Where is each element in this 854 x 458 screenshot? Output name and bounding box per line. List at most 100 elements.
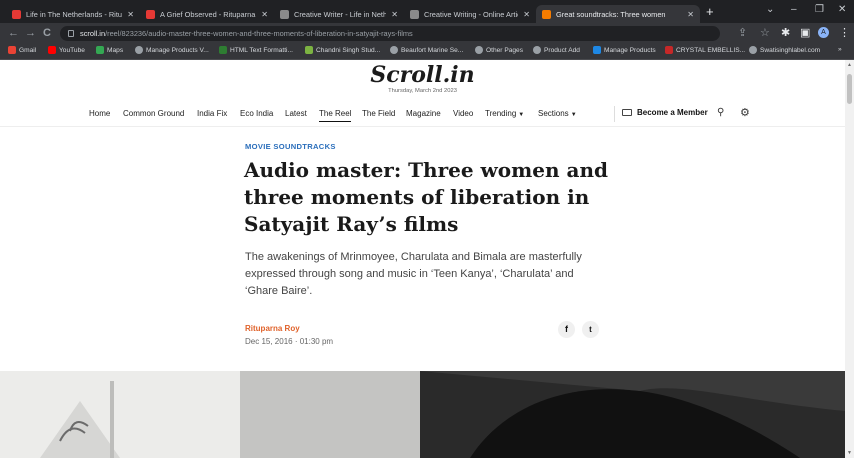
site-nav: Home Common Ground India Fix Eco India L… bbox=[0, 102, 845, 126]
bookmark-item[interactable]: Chandni Singh Stud... bbox=[305, 46, 380, 54]
bookmark-label: Manage Products bbox=[604, 46, 656, 54]
maps-icon bbox=[96, 46, 104, 54]
favicon-icon bbox=[280, 9, 289, 19]
bookmark-item[interactable]: Swatisinghlabel.com bbox=[749, 46, 820, 54]
browser-tab-bar: Life in The Netherlands - Ritupar ✕ A Gr… bbox=[0, 0, 854, 23]
globe-icon bbox=[390, 46, 398, 54]
site-logo[interactable]: Scroll.in bbox=[0, 60, 845, 90]
manage-products-icon bbox=[593, 46, 601, 54]
bookmark-star-icon[interactable]: ☆ bbox=[760, 27, 770, 39]
minimize-button[interactable]: – bbox=[791, 4, 797, 15]
close-window-button[interactable]: ✕ bbox=[838, 4, 846, 15]
gmail-icon bbox=[8, 46, 16, 54]
scrollbar-thumb[interactable] bbox=[847, 74, 852, 104]
browser-tab-active[interactable]: Great soundtracks: Three women ✕ bbox=[536, 5, 700, 23]
close-tab-icon[interactable]: ✕ bbox=[261, 10, 268, 19]
address-host: scroll.in bbox=[80, 29, 106, 38]
bookmark-item[interactable]: Other Pages bbox=[475, 46, 523, 54]
globe-icon bbox=[475, 46, 483, 54]
profile-avatar[interactable]: A bbox=[818, 27, 829, 38]
extensions-icon[interactable]: ✱ bbox=[781, 27, 790, 39]
bookmark-item[interactable]: Maps bbox=[96, 46, 123, 54]
browser-tab[interactable]: Creative Writer - Life in Netherla ✕ bbox=[274, 5, 404, 23]
bookmark-item[interactable]: CRYSTAL EMBELLIS... bbox=[665, 46, 745, 54]
become-member-label: Become a Member bbox=[637, 108, 708, 117]
page-scrollbar[interactable]: ▲ ▼ bbox=[845, 60, 854, 458]
twitter-share-icon[interactable]: t bbox=[582, 321, 599, 338]
nav-the-field[interactable]: The Field bbox=[362, 109, 395, 118]
bookmark-label: CRYSTAL EMBELLIS... bbox=[676, 46, 746, 54]
close-tab-icon[interactable]: ✕ bbox=[391, 10, 398, 19]
gear-icon[interactable]: ⚙ bbox=[740, 106, 750, 119]
address-path: /reel/823236/audio-master-three-women-an… bbox=[105, 29, 413, 38]
tab-search-chevron-icon[interactable]: ⌄ bbox=[766, 4, 774, 15]
nav-sections[interactable]: Sections ▼ bbox=[538, 109, 577, 118]
bookmark-label: Swatisinghlabel.com bbox=[760, 46, 821, 54]
favicon-icon bbox=[410, 9, 419, 19]
tab-title: Creative Writer - Life in Netherla bbox=[294, 9, 387, 19]
article-hero-image bbox=[0, 371, 845, 458]
nav-india-fix[interactable]: India Fix bbox=[197, 109, 227, 118]
nav-the-reel[interactable]: The Reel bbox=[319, 109, 352, 122]
menu-kebab-icon[interactable]: ⋮ bbox=[839, 27, 850, 39]
nav-trending-label: Trending bbox=[485, 109, 517, 118]
tab-title: Creative Writing - Online Articles bbox=[424, 9, 518, 19]
bookmark-label: Other Pages bbox=[486, 46, 524, 54]
share-page-icon[interactable]: ⇪ bbox=[738, 27, 747, 39]
bookmarks-bar: Gmail YouTube Maps Manage Products V... … bbox=[0, 43, 854, 60]
article-headline: Audio master: Three women and three mome… bbox=[244, 158, 608, 236]
bookmark-item[interactable]: Gmail bbox=[8, 46, 36, 54]
address-bar[interactable]: scroll.in /reel/823236/audio-master-thre… bbox=[60, 26, 720, 41]
facebook-share-icon[interactable]: f bbox=[558, 321, 575, 338]
bookmark-item[interactable]: Manage Products V... bbox=[135, 46, 209, 54]
bookmark-item[interactable]: Manage Products bbox=[593, 46, 656, 54]
article-date: Dec 15, 2016 · 01:30 pm bbox=[245, 337, 334, 346]
globe-icon bbox=[749, 46, 757, 54]
more-bookmarks-button[interactable]: » bbox=[838, 46, 842, 53]
restore-button[interactable]: ❐ bbox=[815, 4, 824, 15]
nav-divider bbox=[614, 106, 615, 122]
forward-button[interactable]: → bbox=[25, 27, 36, 39]
nav-eco-india[interactable]: Eco India bbox=[240, 109, 273, 118]
nav-video[interactable]: Video bbox=[453, 109, 473, 118]
scroll-down-icon[interactable]: ▼ bbox=[847, 450, 852, 456]
browser-tab[interactable]: A Grief Observed - Rituparna Roy ✕ bbox=[140, 5, 274, 23]
nav-latest[interactable]: Latest bbox=[285, 109, 307, 118]
bookmark-item[interactable]: HTML Text Formatti... bbox=[219, 46, 293, 54]
browser-tab[interactable]: Creative Writing - Online Articles ✕ bbox=[404, 5, 536, 23]
bookmark-item[interactable]: Product Add bbox=[533, 46, 580, 54]
article-author[interactable]: Rituparna Roy bbox=[245, 324, 300, 333]
new-tab-button[interactable]: + bbox=[706, 5, 714, 19]
tab-title: A Grief Observed - Rituparna Roy bbox=[160, 9, 256, 19]
nav-home[interactable]: Home bbox=[89, 109, 110, 118]
search-icon[interactable]: ⚲ bbox=[717, 107, 724, 118]
close-tab-icon[interactable]: ✕ bbox=[127, 10, 134, 19]
article-dek: The awakenings of Mrinmoyee, Charulata a… bbox=[245, 251, 582, 297]
nav-trending[interactable]: Trending ▼ bbox=[485, 109, 524, 118]
nav-divider bbox=[0, 126, 845, 127]
bookmark-item[interactable]: Beaufort Marine Se... bbox=[390, 46, 463, 54]
chevron-down-icon: ▼ bbox=[570, 112, 577, 118]
reload-button[interactable]: C bbox=[43, 27, 51, 39]
favicon-icon bbox=[146, 9, 155, 19]
close-tab-icon[interactable]: ✕ bbox=[687, 10, 694, 19]
bookmark-label: YouTube bbox=[59, 46, 85, 54]
bookmark-item[interactable]: YouTube bbox=[48, 46, 85, 54]
back-button[interactable]: ← bbox=[8, 27, 19, 39]
tab-title: Great soundtracks: Three women bbox=[556, 9, 666, 19]
crystal-icon bbox=[665, 46, 673, 54]
nav-common-ground[interactable]: Common Ground bbox=[123, 109, 184, 118]
nav-sections-label: Sections bbox=[538, 109, 569, 118]
nav-magazine[interactable]: Magazine bbox=[406, 109, 441, 118]
bookmark-label: Gmail bbox=[19, 46, 37, 54]
close-tab-icon[interactable]: ✕ bbox=[523, 10, 530, 19]
hero-image-illustration bbox=[0, 371, 845, 458]
article-kicker[interactable]: MOVIE SOUNDTRACKS bbox=[245, 142, 336, 151]
side-panel-icon[interactable]: ▣ bbox=[800, 27, 810, 39]
site-date: Thursday, March 2nd 2023 bbox=[388, 88, 457, 94]
browser-tab[interactable]: Life in The Netherlands - Ritupar ✕ bbox=[6, 5, 140, 23]
scroll-up-icon[interactable]: ▲ bbox=[847, 62, 852, 68]
lock-icon bbox=[68, 30, 74, 37]
become-member-button[interactable]: Become a Member bbox=[622, 108, 708, 117]
globe-icon bbox=[533, 46, 541, 54]
